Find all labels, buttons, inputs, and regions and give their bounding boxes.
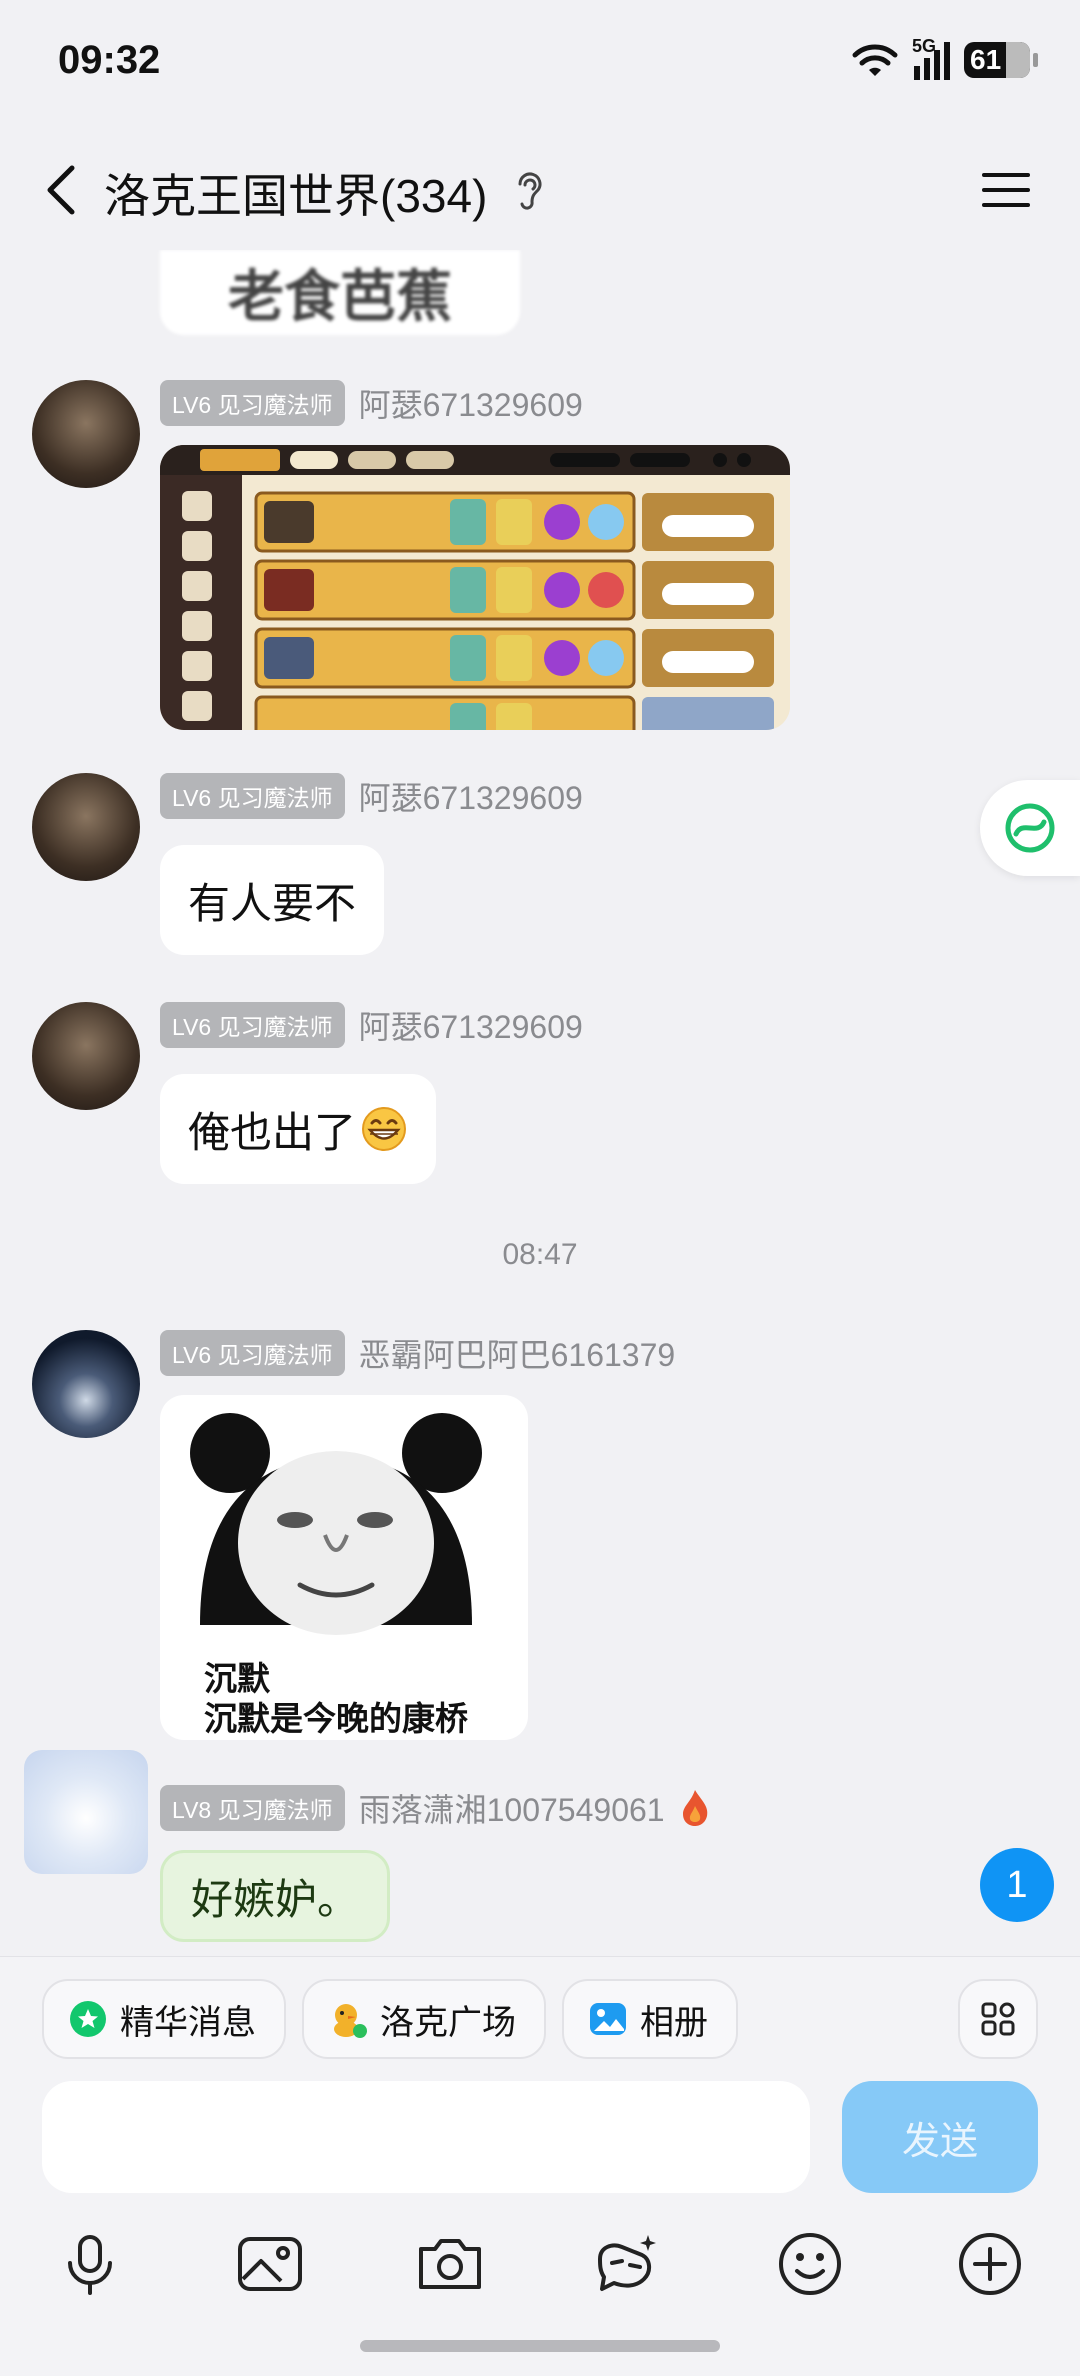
chip-roco-plaza[interactable]: 洛克广场: [302, 1979, 546, 2059]
avatar[interactable]: [32, 773, 140, 881]
back-arrow-icon[interactable]: [36, 162, 92, 218]
chip-label: 精华消息: [120, 2003, 256, 2042]
send-button[interactable]: 发送: [842, 2081, 1038, 2193]
level-badge: LV6 见习魔法师: [160, 773, 345, 819]
message-bubble[interactable]: 俺也出了: [160, 1074, 437, 1184]
avatar[interactable]: [24, 1750, 148, 1874]
sender-name[interactable]: 恶霸阿巴阿巴6161379: [359, 1330, 676, 1376]
floating-assistant-button[interactable]: [980, 780, 1080, 876]
unread-count-badge[interactable]: 1: [980, 1848, 1054, 1922]
input-panel: 精华消息 洛克广场 相册 发送: [0, 1956, 1080, 2376]
message-input[interactable]: [42, 2081, 810, 2193]
camera-icon[interactable]: [415, 2229, 485, 2299]
plus-icon[interactable]: [955, 2229, 1025, 2299]
sticker-caption: 沉默是今晚的康桥: [204, 1700, 468, 1737]
avatar[interactable]: [32, 380, 140, 488]
chip-label: 相册: [640, 2003, 708, 2042]
message-bubble[interactable]: 好嫉妒。: [160, 1850, 391, 1942]
avatar[interactable]: [32, 1330, 140, 1438]
reward-row: [254, 695, 774, 730]
reward-row: [254, 559, 774, 621]
grin-emoji-icon: [362, 1107, 407, 1151]
ear-icon[interactable]: [512, 170, 548, 210]
home-indicator[interactable]: [360, 2340, 720, 2352]
previous-image-message[interactable]: 老食芭蕉: [160, 250, 520, 335]
more-apps-button[interactable]: [958, 1979, 1038, 2059]
chip-featured-messages[interactable]: 精华消息: [42, 1979, 286, 2059]
star-icon: [70, 2001, 106, 2037]
toolbar: [0, 2215, 1080, 2315]
battery-level: 61: [970, 44, 1002, 75]
message-text: 俺也出了: [188, 1108, 357, 1156]
message-text: 有人要不: [188, 879, 357, 927]
album-icon: [590, 2003, 626, 2035]
sticker-message[interactable]: 沉默 沉默是今晚的康桥: [160, 1395, 528, 1740]
flame-icon: [682, 1790, 707, 1826]
microphone-icon[interactable]: [55, 2229, 125, 2299]
chip-label: 洛克广场: [380, 2003, 516, 2042]
chip-album[interactable]: 相册: [562, 1979, 738, 2059]
message-meta: LV6 见习魔法师 阿瑟671329609: [160, 380, 583, 426]
reward-row: [254, 627, 774, 689]
chat-message-list[interactable]: 老食芭蕉 LV6 见习魔法师 阿瑟671329609 LV6 见习魔法师 阿瑟6…: [0, 250, 1080, 1956]
level-badge: LV6 见习魔法师: [160, 1330, 345, 1376]
message-meta: LV6 见习魔法师 阿瑟671329609: [160, 1002, 583, 1048]
level-badge: LV6 见习魔法师: [160, 380, 345, 426]
cellular-signal-icon: 5G: [912, 36, 950, 80]
menu-icon[interactable]: [980, 164, 1032, 216]
sender-name[interactable]: 阿瑟671329609: [359, 773, 583, 819]
sender-name[interactable]: 阿瑟671329609: [359, 380, 583, 426]
image-icon[interactable]: [235, 2229, 305, 2299]
status-time: 09:32: [58, 38, 161, 82]
level-badge: LV6 见习魔法师: [160, 1002, 345, 1048]
duck-avatar-icon: [334, 2004, 367, 2038]
network-type-label: 5G: [912, 36, 937, 56]
quick-chips: 精华消息 洛克广场 相册: [42, 1979, 738, 2059]
message-meta: LV6 见习魔法师 恶霸阿巴阿巴6161379: [160, 1330, 675, 1376]
reward-row: [254, 491, 774, 553]
time-divider: 08:47: [502, 1238, 578, 1271]
group-title[interactable]: 洛克王国世界(334): [104, 160, 487, 226]
status-icons: 5G 61: [850, 36, 1038, 80]
status-bar: 09:32 5G 61: [0, 0, 1080, 130]
sender-name[interactable]: 雨落潇湘1007549061: [359, 1785, 665, 1831]
wifi-icon: [852, 44, 898, 76]
magic-sticker-icon[interactable]: [592, 2229, 662, 2299]
sender-name[interactable]: 阿瑟671329609: [359, 1002, 583, 1048]
message-text: 好嫉妒。: [191, 1875, 360, 1923]
battery-icon: 61: [964, 42, 1038, 78]
apps-grid-icon: [981, 2002, 1015, 2036]
game-screenshot-graphic: [160, 445, 790, 730]
avatar[interactable]: [32, 1002, 140, 1110]
message-bubble[interactable]: 有人要不: [160, 845, 385, 955]
emoji-icon[interactable]: [775, 2229, 845, 2299]
message-meta: LV6 见习魔法师 阿瑟671329609: [160, 773, 583, 819]
message-meta: LV8 见习魔法师 雨落潇湘1007549061: [160, 1785, 711, 1831]
level-badge: LV8 见习魔法师: [160, 1785, 345, 1831]
assistant-logo-icon: [1005, 803, 1055, 853]
panda-meme-image: [186, 1413, 486, 1638]
chat-header: 洛克王国世界(334): [0, 140, 1080, 240]
game-screenshot-image[interactable]: [160, 445, 790, 730]
